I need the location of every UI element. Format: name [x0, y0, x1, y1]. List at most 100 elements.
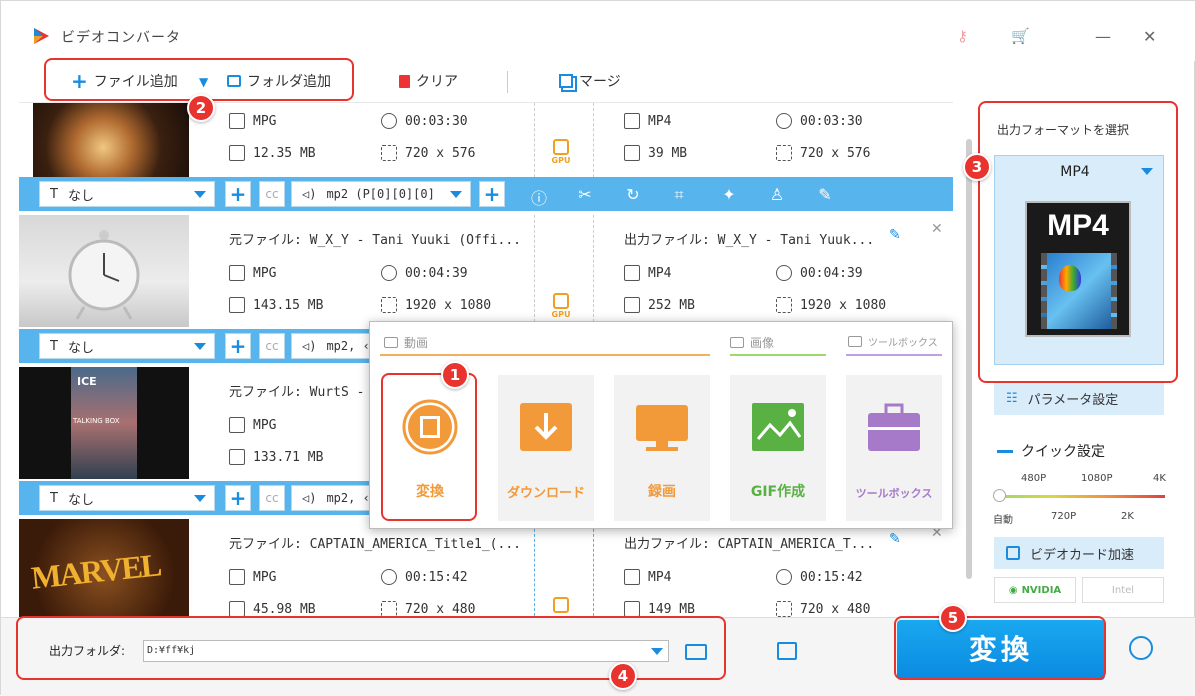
effect-wand-icon[interactable]: ✦: [719, 185, 739, 204]
parameter-settings-button[interactable]: ☷ パラメータ設定: [994, 381, 1164, 415]
gpu-icon: GPU: [550, 293, 572, 319]
minimize-button[interactable]: —: [1095, 27, 1111, 46]
dst-resolution: 1920 x 1080: [776, 297, 886, 313]
subtitle-select[interactable]: T なし: [39, 485, 215, 511]
resolution-icon: [776, 601, 792, 617]
gif-image-icon: [752, 403, 804, 451]
src-resolution: 720 x 480: [381, 601, 475, 617]
file-icon: [229, 145, 245, 161]
key-icon[interactable]: ⚷: [957, 27, 968, 45]
app-logo-icon: [34, 28, 49, 44]
film-icon: [384, 337, 398, 348]
resolution-icon: [381, 145, 397, 161]
src-duration: 00:04:39: [381, 265, 468, 281]
tile-toolbox[interactable]: ツールボックス: [846, 375, 942, 521]
toolbox-icon: [868, 403, 920, 451]
file-icon: [229, 297, 245, 313]
alarm-clock-thumb-icon: [68, 230, 140, 320]
clock-icon: [381, 569, 397, 585]
subtitle-select[interactable]: T なし: [39, 181, 215, 207]
quality-slider[interactable]: [995, 495, 1165, 498]
list-item[interactable]: MARVEL 元ファイル: CAPTAIN_AMERICA_Title1_(..…: [19, 519, 953, 617]
resolution-icon: [381, 297, 397, 313]
cc-icon[interactable]: cc: [259, 181, 285, 207]
intel-button[interactable]: Intel: [1082, 577, 1164, 603]
title-bar: ビデオコンバータ ⚷ 🛒 — ✕: [1, 1, 1195, 61]
text-icon: T: [50, 186, 58, 202]
video-file-icon: [229, 265, 245, 281]
trash-icon: [399, 74, 410, 88]
window-title: ビデオコンバータ: [61, 30, 181, 46]
remove-item-icon[interactable]: ✕: [931, 221, 943, 237]
output-filename: 出力ファイル: CAPTAIN_AMERICA_T...: [624, 537, 875, 552]
clock-icon: [776, 265, 792, 281]
tile-gif[interactable]: GIF作成: [730, 375, 826, 521]
text-icon: T: [50, 338, 58, 354]
gpu-acceleration-toggle[interactable]: ビデオカード加速: [994, 537, 1164, 569]
dst-format: MP4: [624, 265, 671, 281]
speaker-icon: ◁): [302, 187, 317, 201]
video-file-icon: [624, 265, 640, 281]
rotate-icon[interactable]: ↻: [623, 185, 643, 204]
close-window-button[interactable]: ✕: [1143, 27, 1156, 46]
subtitle-select[interactable]: T なし: [39, 333, 215, 359]
item-edit-bar: T なし + cc ◁) mp2 (P[0][0][0] + ⓘ ✂ ↻ ⌗ ✦ ♙…: [19, 177, 953, 211]
clock-icon: [381, 113, 397, 129]
dst-resolution: 720 x 576: [776, 145, 870, 161]
info-icon[interactable]: ⓘ: [529, 185, 549, 209]
output-filename: 出力ファイル: W_X_Y - Tani Yuuk...: [624, 233, 875, 248]
video-file-icon: [229, 417, 245, 433]
quality-slider-handle[interactable]: [993, 489, 1006, 502]
add-subtitle-button[interactable]: +: [225, 333, 251, 359]
image-icon: [730, 337, 744, 348]
cc-icon[interactable]: cc: [259, 333, 285, 359]
nvidia-button[interactable]: ◉ NVIDIA: [994, 577, 1076, 603]
video-thumbnail: ICE TALKING BOX: [19, 367, 189, 479]
annotation-box: [894, 616, 1106, 680]
merge-button[interactable]: マージ: [559, 71, 621, 91]
tile-record[interactable]: 録画: [614, 375, 710, 521]
resolution-icon: [381, 601, 397, 617]
thumb-text: ICE: [77, 375, 97, 388]
edit-pencil-icon[interactable]: ✎: [889, 227, 901, 243]
edit-sign-icon[interactable]: ✎: [815, 185, 835, 204]
cc-icon[interactable]: cc: [259, 485, 285, 511]
src-format: MPG: [229, 113, 276, 129]
quality-label: 480P: [1021, 473, 1047, 484]
scrollbar-thumb[interactable]: [966, 139, 972, 579]
step-badge: 1: [441, 361, 469, 389]
category-underline: [846, 354, 942, 356]
edit-pencil-icon[interactable]: ✎: [889, 531, 901, 547]
add-audio-button[interactable]: +: [479, 181, 505, 207]
tile-download[interactable]: ダウンロード: [498, 375, 594, 521]
quality-label: 1080P: [1081, 473, 1113, 484]
resolution-icon: [776, 297, 792, 313]
watermark-icon[interactable]: ♙: [767, 185, 787, 204]
clear-button[interactable]: クリア: [399, 71, 458, 91]
add-subtitle-button[interactable]: +: [225, 181, 251, 207]
dst-format: MP4: [624, 569, 671, 585]
step-badge: 3: [963, 153, 991, 181]
clock-icon: [776, 113, 792, 129]
annotation-box: [978, 101, 1178, 383]
video-file-icon: [229, 569, 245, 585]
audio-select[interactable]: ◁) mp2 (P[0][0][0]: [291, 181, 471, 207]
list-scrollbar[interactable]: [963, 139, 975, 599]
cart-icon[interactable]: 🛒: [1011, 27, 1030, 45]
video-thumbnail: [33, 103, 189, 177]
scissors-icon[interactable]: ✂: [575, 185, 595, 204]
add-subtitle-button[interactable]: +: [225, 485, 251, 511]
slider-icon: [997, 449, 1013, 453]
dst-size: 252 MB: [624, 297, 695, 313]
file-icon: [624, 601, 640, 617]
video-folder-icon[interactable]: [777, 642, 797, 660]
src-size: 45.98 MB: [229, 601, 316, 617]
crop-icon[interactable]: ⌗: [669, 185, 689, 205]
quality-label: 720P: [1051, 511, 1077, 522]
source-filename: 元ファイル: W_X_Y - Tani Yuuki (Offi...: [229, 233, 521, 248]
alarm-clock-icon[interactable]: [1129, 636, 1153, 660]
gpu-icon: GPU: [550, 139, 572, 165]
settings-tree-icon: ☷: [1006, 390, 1018, 406]
video-thumbnail: [19, 215, 189, 327]
toolbar-divider: [507, 71, 508, 93]
